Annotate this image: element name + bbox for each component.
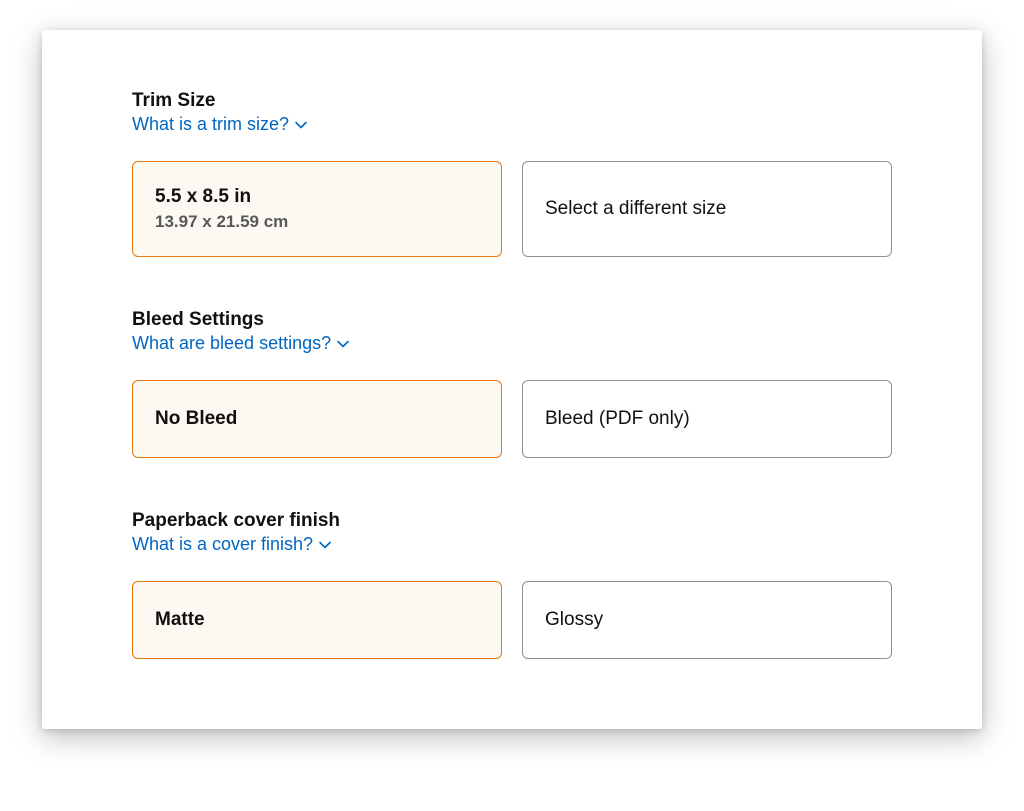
trim-size-help-text: What is a trim size? [132, 114, 289, 135]
trim-size-title: Trim Size [132, 90, 892, 112]
cover-finish-section: Paperback cover finish What is a cover f… [132, 510, 892, 659]
bleed-no-bleed-option[interactable]: No Bleed [132, 380, 502, 458]
cover-finish-glossy-label: Glossy [545, 609, 869, 631]
bleed-options: No Bleed Bleed (PDF only) [132, 380, 892, 458]
cover-finish-matte-option[interactable]: Matte [132, 581, 502, 659]
settings-card: Trim Size What is a trim size? 5.5 x 8.5… [42, 30, 982, 729]
bleed-no-bleed-label: No Bleed [155, 408, 479, 430]
cover-finish-glossy-option[interactable]: Glossy [522, 581, 892, 659]
trim-size-different-option[interactable]: Select a different size [522, 161, 892, 257]
bleed-help-link[interactable]: What are bleed settings? [132, 333, 349, 354]
trim-size-section: Trim Size What is a trim size? 5.5 x 8.5… [132, 90, 892, 257]
chevron-down-icon [295, 121, 307, 129]
cover-finish-help-link[interactable]: What is a cover finish? [132, 534, 331, 555]
chevron-down-icon [319, 541, 331, 549]
chevron-down-icon [337, 340, 349, 348]
bleed-pdf-option[interactable]: Bleed (PDF only) [522, 380, 892, 458]
bleed-pdf-label: Bleed (PDF only) [545, 408, 869, 430]
cover-finish-title: Paperback cover finish [132, 510, 892, 532]
trim-size-value-in: 5.5 x 8.5 in [155, 186, 479, 208]
trim-size-options: 5.5 x 8.5 in 13.97 x 21.59 cm Select a d… [132, 161, 892, 257]
trim-size-value-cm: 13.97 x 21.59 cm [155, 212, 479, 232]
bleed-section: Bleed Settings What are bleed settings? … [132, 309, 892, 458]
bleed-help-text: What are bleed settings? [132, 333, 331, 354]
cover-finish-help-text: What is a cover finish? [132, 534, 313, 555]
trim-size-selected-option[interactable]: 5.5 x 8.5 in 13.97 x 21.59 cm [132, 161, 502, 257]
cover-finish-options: Matte Glossy [132, 581, 892, 659]
cover-finish-matte-label: Matte [155, 609, 479, 631]
trim-size-different-label: Select a different size [545, 198, 869, 220]
trim-size-help-link[interactable]: What is a trim size? [132, 114, 307, 135]
bleed-title: Bleed Settings [132, 309, 892, 331]
